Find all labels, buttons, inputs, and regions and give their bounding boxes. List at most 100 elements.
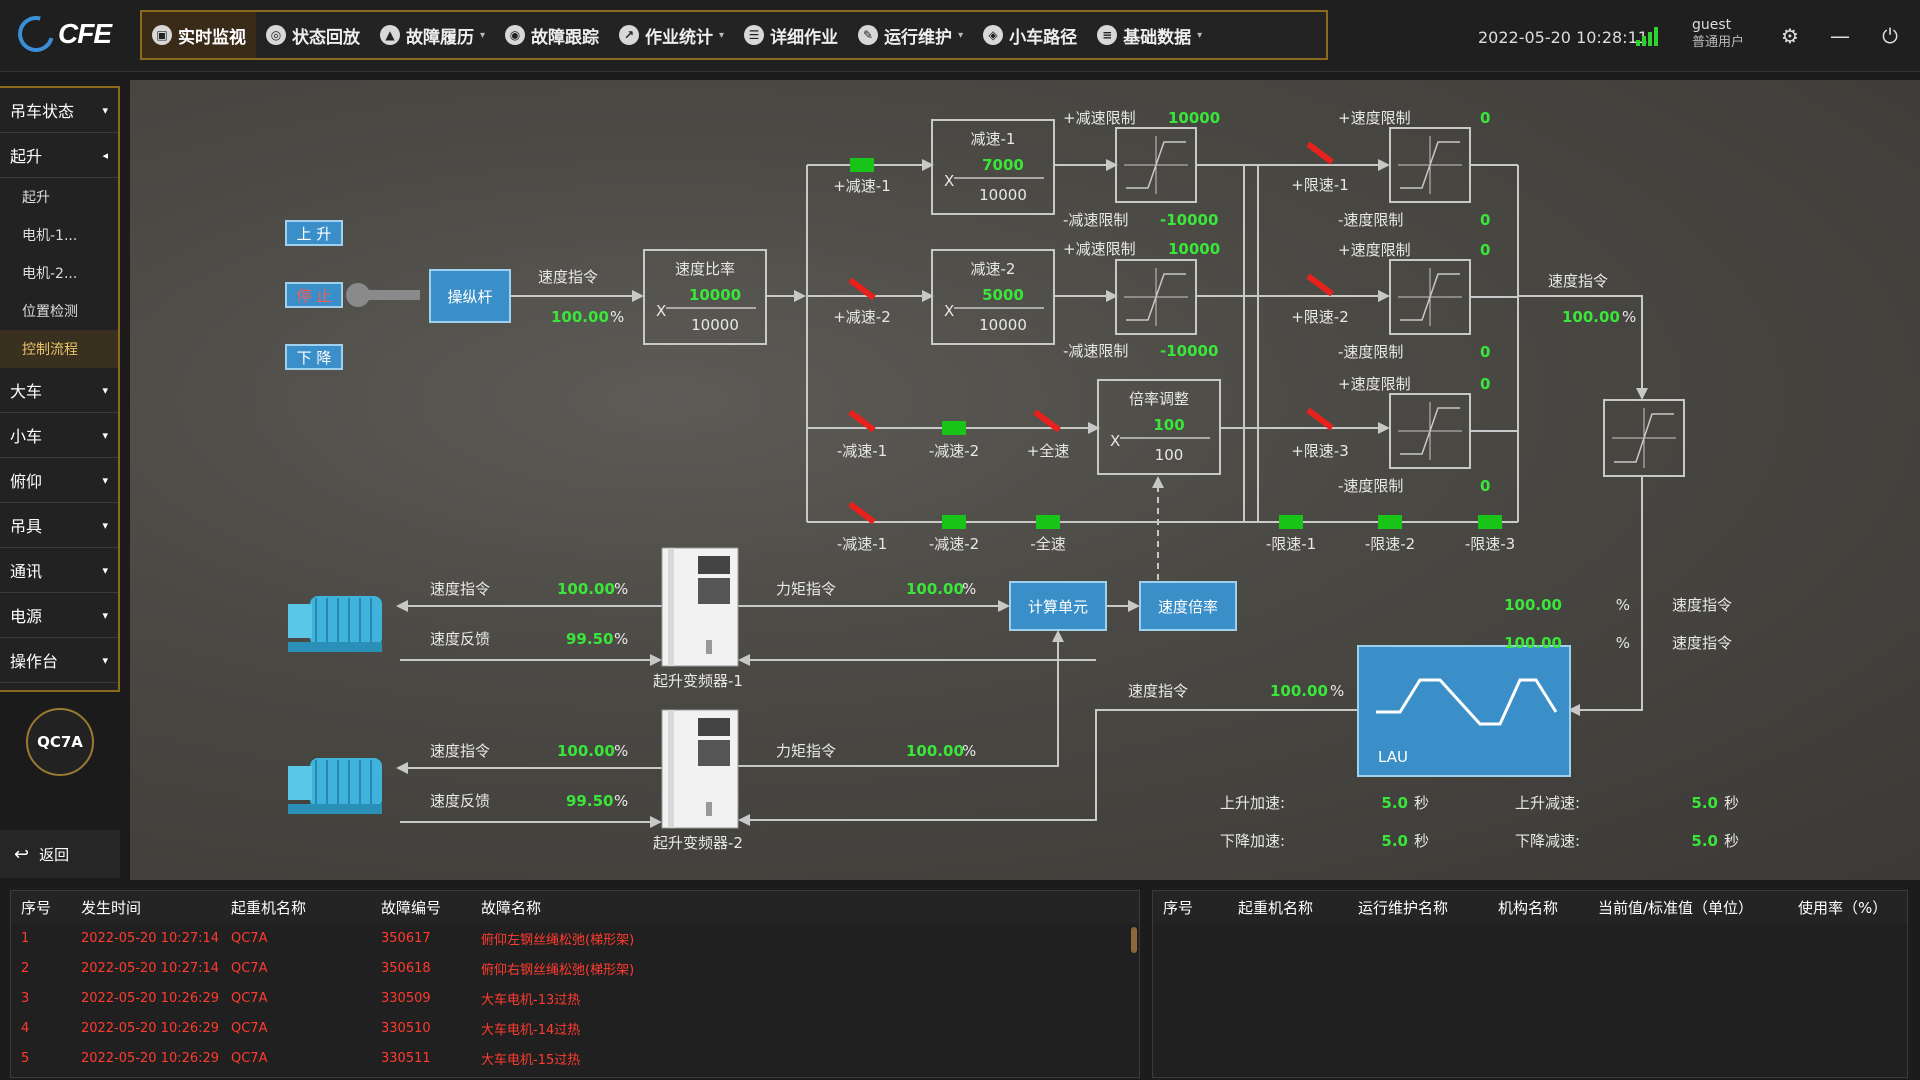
column-header[interactable]: 序号 <box>1153 897 1228 918</box>
nav-label: 故障履历 <box>406 27 474 48</box>
table-cell: 1 <box>21 930 30 946</box>
nav-item-0[interactable]: ▣ 实时监视 <box>142 12 256 58</box>
table-row[interactable]: 5 2022-05-20 10:26:29 QC7A 330511 大车电机-15过热 <box>11 1043 1139 1073</box>
sidebar-item-0[interactable]: 吊车状态 ▾ <box>0 88 118 133</box>
table-cell: QC7A <box>231 1050 268 1066</box>
table-cell: 4 <box>21 1020 30 1036</box>
chevron-down-icon: ▾ <box>102 608 108 622</box>
user-role: 普通用户 <box>1692 35 1745 50</box>
table-cell: QC7A <box>231 930 268 946</box>
scrollbar[interactable] <box>1131 927 1137 953</box>
user-info[interactable]: guest 普通用户 <box>1692 16 1744 52</box>
nav-label: 详细作业 <box>770 27 839 48</box>
sidebar-item-label: 操作台 <box>10 652 59 671</box>
column-header[interactable]: 序号 <box>11 897 71 918</box>
sidebar-subitem-4[interactable]: 控制流程 <box>0 330 118 368</box>
table-row[interactable]: 4 2022-05-20 10:26:29 QC7A 330510 大车电机-14过热 <box>11 1013 1139 1043</box>
column-header[interactable]: 故障编号 <box>371 897 471 918</box>
table-cell: 大车电机-14过热 <box>481 1022 581 1038</box>
sidebar-item-2[interactable]: 大车 ▾ <box>0 368 118 413</box>
sidebar-subitem-3[interactable]: 位置检测 <box>0 292 118 330</box>
nav-item-7[interactable]: ◈ 小车路径 <box>973 12 1087 58</box>
sidebar-item-7[interactable]: 电源 ▾ <box>0 593 118 638</box>
database-icon: ≡ <box>1097 25 1118 45</box>
list-icon: ☰ <box>744 25 765 45</box>
sidebar-item-1[interactable]: 起升 ◂ <box>0 133 118 178</box>
nav-item-2[interactable]: ▲ 故障履历 ▾ <box>370 12 495 58</box>
maintenance-table-header: 序号 起重机名称 运行维护名称 机构名称 当前值/标准值（单位） 使用率（%） <box>1153 891 1907 923</box>
chevron-down-icon: ▾ <box>102 563 108 577</box>
logo-mark <box>11 9 61 59</box>
maintenance-table: 序号 起重机名称 运行维护名称 机构名称 当前值/标准值（单位） 使用率（%） <box>1152 890 1908 1078</box>
sidebar-subitem-2[interactable]: 电机-2... <box>0 254 118 292</box>
path-icon: ◈ <box>983 25 1004 45</box>
signal-icon <box>1636 26 1658 46</box>
table-cell: 330509 <box>381 990 431 1006</box>
nav-label: 作业统计 <box>645 27 714 48</box>
nav-item-4[interactable]: ↗ 作业统计 ▾ <box>609 12 734 58</box>
table-cell: 2 <box>21 960 30 976</box>
sidebar-item-label: 大车 <box>10 382 43 401</box>
column-header[interactable]: 起重机名称 <box>1228 897 1348 918</box>
settings-icon[interactable]: ⚙ <box>1778 24 1802 48</box>
table-cell: 330511 <box>381 1050 431 1066</box>
nav-item-8[interactable]: ≡ 基础数据 ▾ <box>1087 12 1212 58</box>
fault-table-body: 1 2022-05-20 10:27:14 QC7A 350617 俯仰左钢丝绳松弛(梯… <box>11 923 1139 1073</box>
minimize-icon[interactable]: — <box>1828 24 1852 48</box>
chevron-down-icon: ▾ <box>719 29 725 41</box>
back-button[interactable]: ↩ 返回 <box>0 830 120 878</box>
nav-label: 小车路径 <box>1009 27 1078 48</box>
nav-item-3[interactable]: ◉ 故障跟踪 <box>495 12 609 58</box>
chevron-left-icon: ◂ <box>102 148 108 162</box>
sidebar-item-8[interactable]: 操作台 ▾ <box>0 638 118 683</box>
nav-item-6[interactable]: ✎ 运行维护 ▾ <box>848 12 973 58</box>
sidebar-item-label: 起升 <box>10 147 43 166</box>
nav-item-1[interactable]: ◎ 状态回放 <box>256 12 370 58</box>
table-cell: QC7A <box>231 1020 268 1036</box>
user-name: guest <box>1692 17 1732 33</box>
table-cell: 350618 <box>381 960 431 976</box>
chevron-down-icon: ▾ <box>102 383 108 397</box>
replay-icon: ◎ <box>266 25 286 45</box>
table-row[interactable]: 1 2022-05-20 10:27:14 QC7A 350617 俯仰左钢丝绳松弛(梯… <box>11 923 1139 953</box>
column-header[interactable]: 起重机名称 <box>221 897 371 918</box>
column-header[interactable]: 发生时间 <box>71 897 221 918</box>
table-row[interactable]: 2 2022-05-20 10:27:14 QC7A 350618 俯仰右钢丝绳松弛(梯… <box>11 953 1139 983</box>
sidebar-item-label: 小车 <box>10 427 43 446</box>
sidebar-subitem-1[interactable]: 电机-1... <box>0 216 118 254</box>
table-cell: 俯仰右钢丝绳松弛(梯形架) <box>481 962 635 978</box>
top-bar: CFE ▣ 实时监视 ◎ 状态回放 ▲ 故障履历 ▾ ◉ 故障跟踪 ↗ 作业统计 ▾ ☰ 详细作业 ✎ 运行维… <box>0 0 1920 72</box>
table-row[interactable]: 3 2022-05-20 10:26:29 QC7A 330509 大车电机-13过热 <box>11 983 1139 1013</box>
column-header[interactable]: 故障名称 <box>471 897 1111 918</box>
sidebar-item-3[interactable]: 小车 ▾ <box>0 413 118 458</box>
sidebar-item-label: 吊具 <box>10 517 43 536</box>
crane-badge[interactable]: QC7A <box>26 708 94 776</box>
sidebar-item-4[interactable]: 俯仰 ▾ <box>0 458 118 503</box>
datetime: 2022-05-20 10:28:11 <box>1478 28 1648 47</box>
chart-icon: ↗ <box>619 25 640 45</box>
back-arrow-icon: ↩ <box>14 843 30 865</box>
table-cell: QC7A <box>231 990 268 1006</box>
column-header[interactable]: 当前值/标准值（单位） <box>1588 897 1788 918</box>
sidebar-subitem-0[interactable]: 起升 <box>0 178 118 216</box>
monitor-icon: ▣ <box>152 25 172 45</box>
column-header[interactable]: 运行维护名称 <box>1348 897 1488 918</box>
chevron-down-icon: ▾ <box>480 29 486 41</box>
chevron-down-icon: ▾ <box>102 103 108 117</box>
sidebar-item-label: 电源 <box>10 607 43 626</box>
sidebar-item-6[interactable]: 通讯 ▾ <box>0 548 118 593</box>
table-cell: 2022-05-20 10:26:29 <box>81 990 220 1006</box>
sidebar-item-label: 俯仰 <box>10 472 43 491</box>
sidebar-item-5[interactable]: 吊具 ▾ <box>0 503 118 548</box>
table-cell: QC7A <box>231 960 268 976</box>
power-icon[interactable]: ⏻ <box>1878 24 1902 48</box>
location-icon: ◉ <box>505 25 526 45</box>
logo-text: CFE <box>58 18 112 49</box>
fault-table-header: 序号 发生时间 起重机名称 故障编号 故障名称 <box>11 891 1139 923</box>
column-header[interactable]: 使用率（%） <box>1788 897 1898 918</box>
column-header[interactable]: 机构名称 <box>1488 897 1588 918</box>
sidebar: 吊车状态 ▾ 起升 ◂ 起升 电机-1... 电机-2... 位置检测 控制流程 大车 ▾ 小车 ▾ 俯仰… <box>0 86 120 692</box>
table-cell: 大车电机-13过热 <box>481 992 581 1008</box>
nav-item-5[interactable]: ☰ 详细作业 <box>734 12 848 58</box>
chevron-down-icon: ▾ <box>1197 29 1203 41</box>
